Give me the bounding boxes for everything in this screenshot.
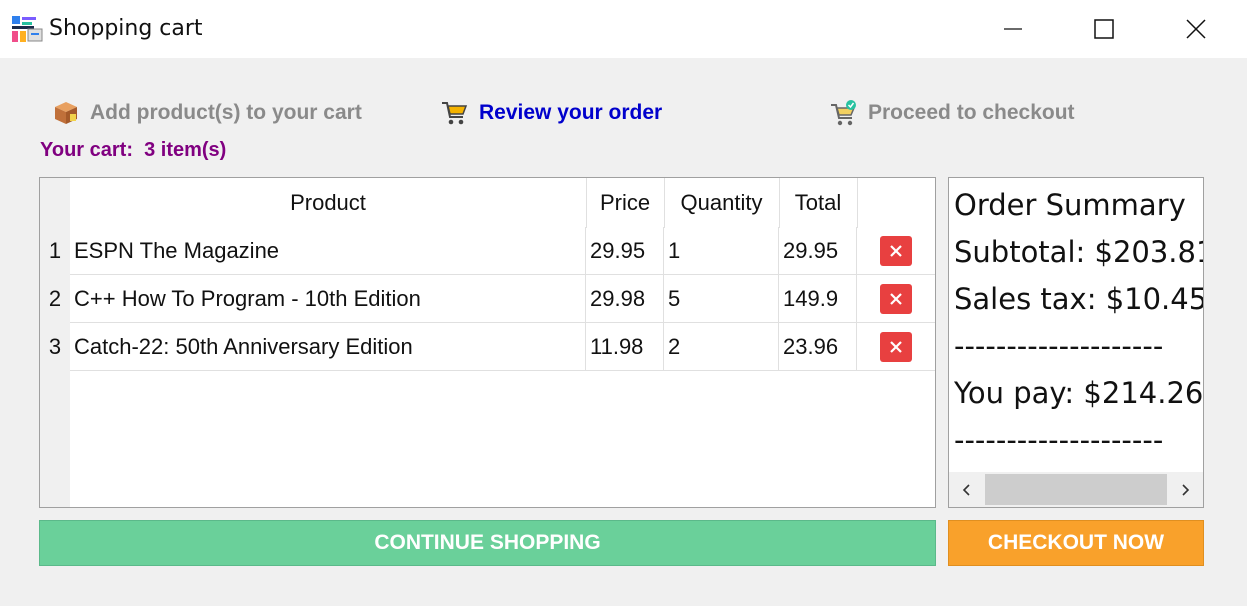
window-title: Shopping cart [49, 16, 203, 41]
close-icon[interactable] [1173, 0, 1219, 58]
delete-item-button[interactable] [880, 235, 912, 266]
summary-title: Order Summary [954, 188, 1186, 222]
continue-shopping-button[interactable]: CONTINUE SHOPPING [39, 520, 936, 566]
quantity-cell[interactable]: 1 [664, 227, 779, 275]
column-divider [857, 178, 858, 228]
price-cell[interactable]: 29.98 [586, 275, 664, 323]
summary-subtotal: Subtotal: $203.81 [954, 235, 1204, 269]
summary-total: You pay: $214.26 [954, 376, 1204, 410]
row-number: 3 [40, 323, 70, 371]
column-header-price[interactable]: Price [586, 178, 664, 228]
table-row[interactable]: 2 C++ How To Program - 10th Edition 29.9… [40, 275, 935, 323]
delete-cell [857, 227, 935, 275]
row-number: 2 [40, 275, 70, 323]
x-icon [890, 244, 902, 257]
column-divider [586, 178, 587, 228]
horizontal-scrollbar[interactable] [949, 472, 1203, 507]
x-icon [890, 340, 902, 353]
cart-item-count: Your cart: 3 item(s) [40, 139, 227, 161]
delete-item-button[interactable] [880, 283, 912, 314]
scroll-right-icon[interactable] [1167, 472, 1203, 507]
column-header-quantity[interactable]: Quantity [664, 178, 779, 228]
row-number: 1 [40, 227, 70, 275]
summary-divider: -------------------- [954, 423, 1164, 457]
price-cell[interactable]: 29.95 [586, 227, 664, 275]
column-header-product[interactable]: Product [70, 178, 586, 228]
shopping-app-icon [11, 15, 45, 43]
cart-icon [441, 100, 469, 126]
column-divider [779, 178, 780, 228]
box-icon [52, 100, 80, 126]
summary-sales-tax: Sales tax: $10.45 [954, 282, 1204, 316]
delete-cell [857, 323, 935, 371]
cart-check-icon [830, 100, 858, 126]
total-cell[interactable]: 23.96 [779, 323, 857, 371]
table-row[interactable]: 1 ESPN The Magazine 29.95 1 29.95 [40, 227, 935, 275]
step-label: Review your order [479, 101, 663, 124]
product-cell[interactable]: C++ How To Program - 10th Edition [70, 275, 586, 323]
column-divider [664, 178, 665, 228]
maximize-icon[interactable] [1081, 0, 1127, 58]
title-bar: Shopping cart [0, 0, 1247, 58]
step-label: Proceed to checkout [868, 101, 1075, 124]
product-cell[interactable]: ESPN The Magazine [70, 227, 586, 275]
delete-item-button[interactable] [880, 331, 912, 362]
scroll-left-icon[interactable] [949, 472, 985, 507]
table-row[interactable]: 3 Catch-22: 50th Anniversary Edition 11.… [40, 323, 935, 371]
minimize-icon[interactable] [990, 0, 1036, 58]
total-cell[interactable]: 29.95 [779, 227, 857, 275]
quantity-cell[interactable]: 5 [664, 275, 779, 323]
step-label: Add product(s) to your cart [90, 101, 362, 124]
x-icon [890, 292, 902, 305]
step-add-products[interactable]: Add product(s) to your cart [52, 96, 362, 130]
column-header-actions [857, 178, 935, 228]
price-cell[interactable]: 11.98 [586, 323, 664, 371]
quantity-cell[interactable]: 2 [664, 323, 779, 371]
total-cell[interactable]: 149.9 [779, 275, 857, 323]
order-summary-panel[interactable]: Order Summary Subtotal: $203.81 Sales ta… [948, 177, 1204, 508]
product-cell[interactable]: Catch-22: 50th Anniversary Edition [70, 323, 586, 371]
scrollbar-thumb[interactable] [985, 474, 1167, 505]
checkout-now-button[interactable]: CHECKOUT NOW [948, 520, 1204, 566]
summary-divider: -------------------- [954, 329, 1164, 363]
column-header-total[interactable]: Total [779, 178, 857, 228]
step-review-order[interactable]: Review your order [441, 96, 662, 130]
cart-table[interactable]: Product Price Quantity Total 1 ESPN The … [39, 177, 936, 508]
step-proceed-checkout[interactable]: Proceed to checkout [830, 96, 1075, 130]
delete-cell [857, 275, 935, 323]
